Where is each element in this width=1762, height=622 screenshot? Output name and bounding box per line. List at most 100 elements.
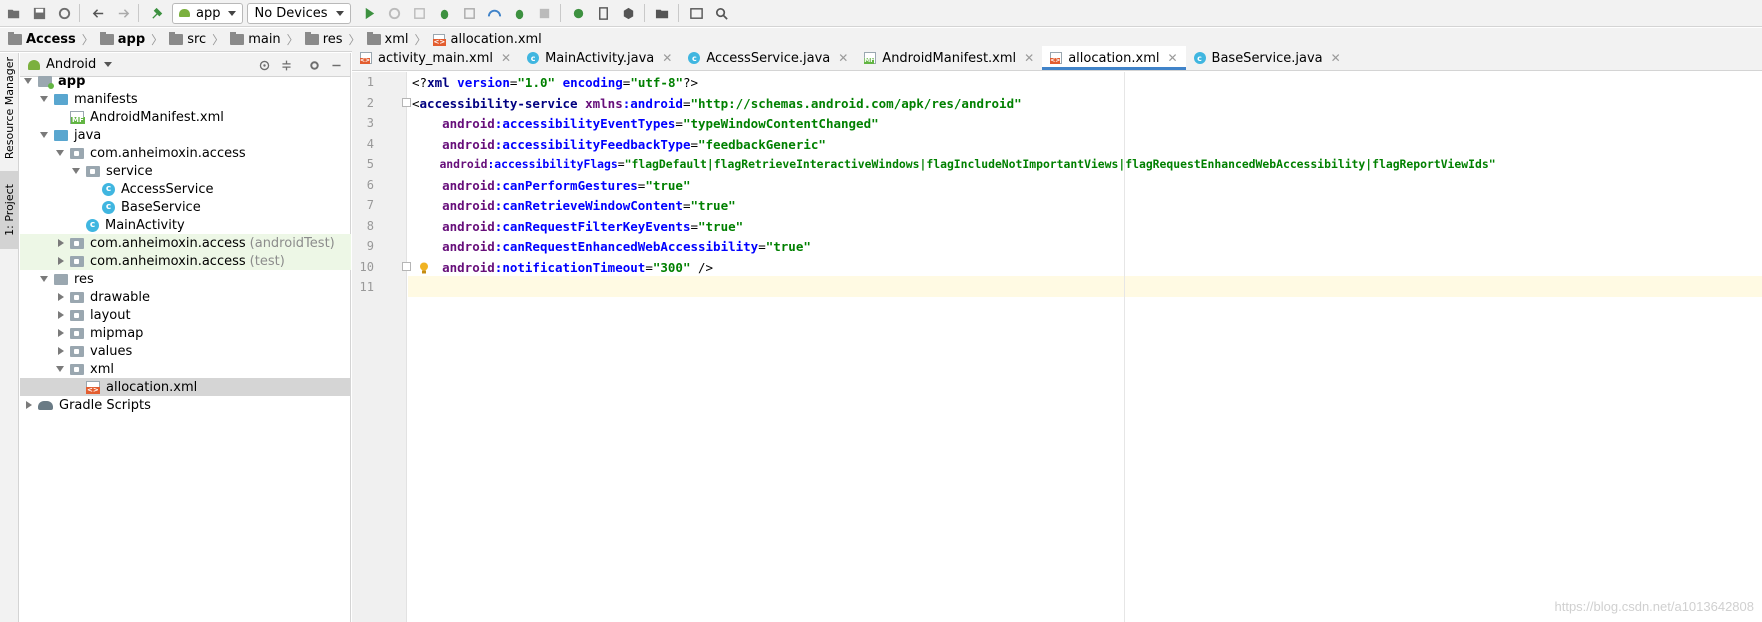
sdk-manager-icon[interactable]	[618, 2, 640, 24]
tree-node-res[interactable]: res	[20, 270, 351, 288]
tree-node-mipmap[interactable]: mipmap	[20, 324, 351, 342]
breadcrumb-item-file[interactable]: allocation.xml	[432, 32, 542, 47]
line-number: 7	[366, 198, 374, 212]
run-config-select[interactable]: app	[172, 2, 244, 24]
breadcrumb-item-main[interactable]: main 〉	[230, 31, 305, 48]
collapsed-arrow-icon[interactable]	[58, 257, 64, 265]
tree-node-main-activity[interactable]: c MainActivity	[20, 216, 351, 234]
project-tool-tab[interactable]: 1: Project	[0, 171, 19, 249]
gear-icon[interactable]	[306, 57, 322, 73]
tree-node-drawable[interactable]: drawable	[20, 288, 351, 306]
close-icon[interactable]: ✕	[501, 51, 511, 65]
expand-arrow-icon[interactable]	[40, 276, 48, 282]
device-select[interactable]: No Devices	[247, 2, 351, 24]
project-structure-icon[interactable]	[652, 2, 674, 24]
tree-node-java[interactable]: java	[20, 126, 351, 144]
breadcrumb-item-module[interactable]: app 〉	[99, 31, 169, 48]
package-icon	[70, 255, 84, 267]
profile-icon[interactable]	[459, 2, 481, 24]
code-text: android:accessibilityEventTypes="typeWin…	[442, 115, 879, 131]
close-icon[interactable]: ✕	[1167, 51, 1177, 65]
expand-arrow-icon[interactable]	[56, 150, 64, 156]
tree-node-app[interactable]: app	[20, 72, 351, 90]
breadcrumb-label: src	[187, 32, 207, 47]
fold-toggle-icon[interactable]	[402, 262, 411, 271]
expand-arrow-icon[interactable]	[40, 132, 48, 138]
collapsed-arrow-icon[interactable]	[58, 311, 64, 319]
chevron-down-icon[interactable]	[104, 62, 113, 67]
expand-arrow-icon[interactable]	[24, 78, 32, 84]
tree-node-package-test[interactable]: com.anheimoxin.access (test)	[20, 252, 351, 270]
close-icon[interactable]: ✕	[662, 51, 672, 65]
tree-node-xml[interactable]: xml	[20, 360, 351, 378]
tree-node-manifests[interactable]: manifests	[20, 90, 351, 108]
code-text: android:accessibilityFlags="flagDefault|…	[439, 157, 1496, 171]
breadcrumb-label: app	[117, 32, 146, 47]
tab-base-service-java[interactable]: c BaseService.java ✕	[1186, 46, 1349, 70]
toolbar-separator	[138, 4, 139, 22]
tree-node-layout[interactable]: layout	[20, 306, 351, 324]
minimize-icon[interactable]	[328, 57, 344, 73]
sync-icon[interactable]	[53, 2, 75, 24]
collapsed-arrow-icon[interactable]	[58, 347, 64, 355]
search-icon[interactable]	[711, 2, 733, 24]
expand-arrow-icon[interactable]	[56, 366, 64, 372]
forward-arrow-icon[interactable]	[112, 2, 134, 24]
tree-node-service[interactable]: service	[20, 162, 351, 180]
collapse-all-icon[interactable]	[278, 57, 294, 73]
tab-main-activity-java[interactable]: c MainActivity.java ✕	[519, 46, 680, 70]
hammer-build-icon[interactable]	[146, 2, 168, 24]
expand-arrow-icon[interactable]	[40, 96, 48, 102]
tree-node-android-manifest[interactable]: AndroidManifest.xml	[20, 108, 351, 126]
expand-arrow-icon[interactable]	[72, 168, 80, 174]
attach-debugger-icon[interactable]	[509, 2, 531, 24]
resource-manager-tab[interactable]: Resource Manager	[0, 53, 19, 163]
back-arrow-icon[interactable]	[87, 2, 109, 24]
view-mode-select[interactable]: Android	[46, 57, 96, 72]
tab-activity-main-xml[interactable]: activity_main.xml ✕	[352, 46, 519, 70]
manifest-file-icon	[864, 52, 877, 64]
tree-node-package-main[interactable]: com.anheimoxin.access	[20, 144, 351, 162]
line-number: 3	[366, 116, 374, 130]
stop-icon[interactable]	[534, 2, 556, 24]
chevron-down-icon	[335, 10, 344, 16]
locate-target-icon[interactable]	[256, 57, 272, 73]
chevron-right-icon: 〉	[286, 33, 299, 47]
collapsed-arrow-icon[interactable]	[58, 293, 64, 301]
tree-node-base-service[interactable]: c BaseService	[20, 198, 351, 216]
tree-node-gradle-scripts[interactable]: Gradle Scripts	[20, 396, 351, 414]
collapsed-arrow-icon[interactable]	[58, 239, 64, 247]
save-icon[interactable]	[28, 2, 50, 24]
collapsed-arrow-icon[interactable]	[58, 329, 64, 337]
code-text: android:notificationTimeout="300" />	[442, 259, 714, 275]
close-icon[interactable]: ✕	[1331, 51, 1341, 65]
tab-access-service-java[interactable]: c AccessService.java ✕	[680, 46, 856, 70]
close-icon[interactable]: ✕	[1024, 51, 1034, 65]
avd-manager-icon[interactable]	[593, 2, 615, 24]
tree-node-values[interactable]: values	[20, 342, 351, 360]
apply-changes-icon[interactable]	[384, 2, 406, 24]
profiler-gauge-icon[interactable]	[484, 2, 506, 24]
tree-node-access-service[interactable]: c AccessService	[20, 180, 351, 198]
breadcrumb-item-src[interactable]: src 〉	[169, 31, 230, 48]
apply-code-changes-icon[interactable]	[409, 2, 431, 24]
close-icon[interactable]: ✕	[838, 51, 848, 65]
tab-label: AndroidManifest.xml	[882, 50, 1017, 66]
code-line-5: android:accessibilityFlags="flagDefault|…	[412, 154, 1496, 174]
tab-android-manifest-xml[interactable]: AndroidManifest.xml ✕	[856, 46, 1042, 70]
debug-icon[interactable]	[434, 2, 456, 24]
fold-toggle-icon[interactable]	[402, 98, 411, 107]
tree-node-package-android-test[interactable]: com.anheimoxin.access (androidTest)	[20, 234, 351, 252]
line-number: 10	[359, 260, 374, 274]
collapsed-arrow-icon[interactable]	[26, 401, 32, 409]
tab-allocation-xml[interactable]: allocation.xml ✕	[1042, 46, 1186, 70]
tree-node-allocation-xml[interactable]: allocation.xml	[20, 378, 351, 396]
sync-gradle-icon[interactable]	[568, 2, 590, 24]
code-text: android:accessibilityFeedbackType="feedb…	[442, 136, 826, 152]
xml-file-icon	[1050, 52, 1063, 64]
open-folder-icon[interactable]	[3, 2, 25, 24]
terminal-icon[interactable]	[686, 2, 708, 24]
breadcrumb-item-project[interactable]: Access 〉	[8, 31, 100, 48]
run-icon[interactable]	[359, 2, 381, 24]
code-editor[interactable]: 1 2 3 4 5 6 7 8 9 10 11 <?xml version="1…	[352, 72, 1762, 622]
